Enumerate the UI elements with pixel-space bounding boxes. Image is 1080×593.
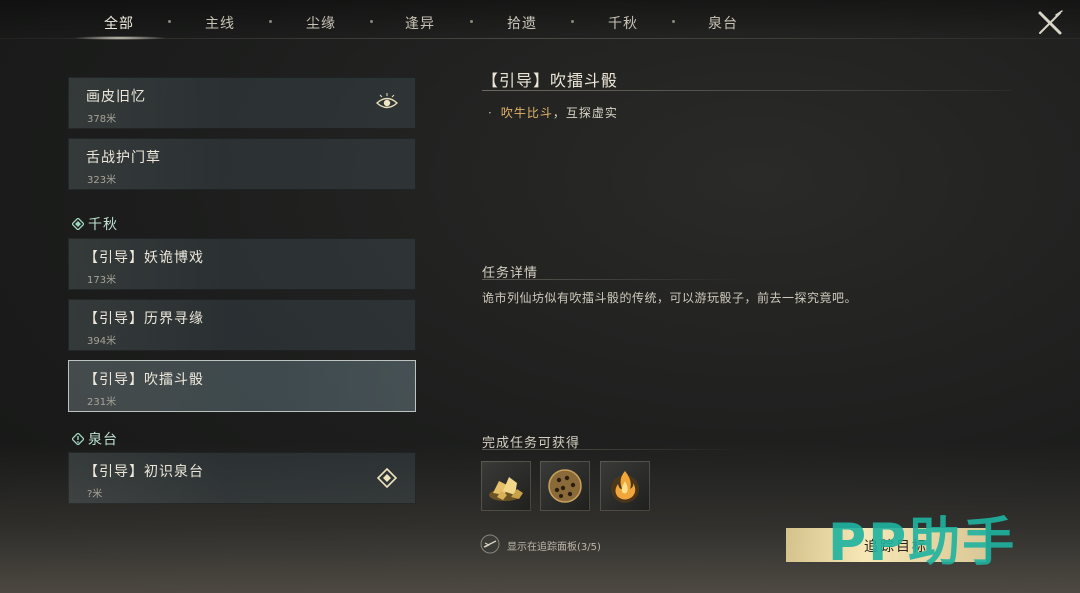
quest-distance: 378米 [87, 114, 117, 125]
section-title-text: 千秋 [88, 217, 118, 233]
quest-distance: 394米 [87, 336, 117, 347]
quest-distance: 173米 [87, 275, 117, 286]
quest-item-yaogui[interactable]: 【引导】妖诡博戏 173米 [68, 238, 416, 290]
quest-item-chuilei[interactable]: 【引导】吹擂斗骰 231米 [68, 360, 416, 412]
tab-separator [269, 20, 272, 23]
rewards-divider [482, 449, 742, 450]
quest-distance: 231米 [87, 397, 117, 408]
tab-separator [470, 20, 473, 23]
tab-qianqiu[interactable]: 千秋 [608, 13, 638, 33]
tab-separator [571, 20, 574, 23]
tab-all[interactable]: 全部 [104, 13, 134, 33]
dice-ball-icon [548, 469, 582, 503]
quest-description: 诡市列仙坊似有吹擂斗骰的传统，可以游玩骰子，前去一探究竟吧。 [482, 291, 858, 305]
quest-title: 画皮旧忆 [86, 89, 146, 105]
quest-item-shezhan[interactable]: 舌战护门草 323米 [68, 138, 416, 190]
section-title-text: 泉台 [88, 432, 118, 448]
quest-item-lijie[interactable]: 【引导】历界寻缘 394米 [68, 299, 416, 351]
track-toggle-icon[interactable] [480, 534, 500, 554]
quest-distance: ?米 [87, 489, 103, 500]
watermark-logo: PP助手 [828, 513, 1017, 573]
close-icon[interactable] [1036, 10, 1064, 36]
bullet-dot: · [488, 106, 493, 120]
quest-title: 【引导】妖诡博戏 [84, 250, 204, 266]
quest-detail-title: 【引导】吹擂斗骰 [482, 71, 619, 90]
exclamation-diamond-icon [72, 433, 84, 445]
objective-text: ，互探虚实 [552, 106, 618, 120]
eye-icon [376, 93, 398, 109]
quest-title: 舌战护门草 [86, 150, 161, 166]
section-header-qianqiu: 千秋 [72, 214, 118, 234]
tab-fengyi[interactable]: 逢异 [405, 13, 435, 33]
reward-slot[interactable] [481, 461, 531, 511]
quest-title: 【引导】初识泉台 [84, 464, 204, 480]
objective-highlight: 吹牛比斗 [500, 106, 553, 120]
reward-slot[interactable] [540, 461, 590, 511]
info-divider [482, 279, 742, 280]
tab-separator [370, 20, 373, 23]
gold-nuggets-icon [489, 477, 523, 501]
quest-objective: · 吹牛比斗，互探虚实 [488, 104, 618, 121]
title-divider [482, 90, 1012, 91]
reward-slot[interactable] [600, 461, 650, 511]
quest-title: 【引导】吹擂斗骰 [84, 372, 204, 388]
tab-chenyuan[interactable]: 尘缘 [306, 13, 336, 33]
tab-shiyi[interactable]: 拾遗 [507, 13, 537, 33]
quest-item-huapi[interactable]: 画皮旧忆 378米 [68, 77, 416, 129]
section-header-quantai: 泉台 [72, 429, 118, 449]
tab-separator [168, 20, 171, 23]
flame-orb-icon [611, 471, 639, 503]
tab-quantai[interactable]: 泉台 [708, 13, 738, 33]
quest-title: 【引导】历界寻缘 [84, 311, 204, 327]
diamond-icon [72, 218, 84, 230]
target-diamond-icon [376, 468, 398, 488]
track-panel-label: 显示在追踪面板(3/5) [507, 542, 601, 553]
quest-item-chushi[interactable]: 【引导】初识泉台 ?米 [68, 452, 416, 504]
quest-distance: 323米 [87, 175, 117, 186]
tab-main[interactable]: 主线 [205, 13, 235, 33]
active-tab-indicator [72, 36, 168, 40]
tab-separator [672, 20, 675, 23]
